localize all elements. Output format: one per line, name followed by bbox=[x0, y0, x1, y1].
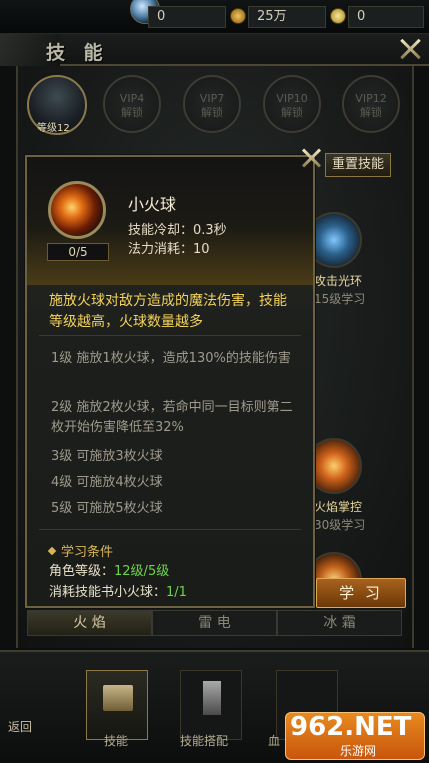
skill-book-label: 消耗技能书小火球： bbox=[49, 585, 167, 600]
role-level-label: 角色等级： bbox=[49, 564, 115, 579]
side-skill-1-label: 攻击光环 bbox=[314, 274, 363, 288]
reset-skills-button[interactable]: 重置技能 bbox=[325, 153, 391, 177]
vip-slot-unlock: 解锁 bbox=[281, 106, 303, 119]
learn-conditions-title: 学习条件 bbox=[47, 541, 114, 560]
skill-book-value: 1/1 bbox=[166, 585, 187, 600]
side-skill-1-sub: 15级学习 bbox=[314, 292, 366, 306]
vip-slot-unlock: 解锁 bbox=[201, 106, 223, 119]
level-2-effect: 2级 施放2枚火球，若命中同一目标则第二枚开始伤害降低至32% bbox=[51, 400, 293, 435]
skill-mana-cost: 法力消耗：10 bbox=[128, 242, 210, 257]
nav-skill-combo-label: 技能搭配 bbox=[180, 734, 229, 748]
vip-slot-label: VIP4 bbox=[119, 92, 145, 105]
vip-slot-label: VIP10 bbox=[276, 92, 308, 105]
popup-close-icon[interactable] bbox=[300, 146, 324, 170]
book-icon bbox=[103, 685, 133, 711]
watermark-text: 962.NET bbox=[290, 712, 412, 742]
nav-skills-label: 技能 bbox=[104, 734, 129, 748]
tab-thunder[interactable]: 雷 电 bbox=[152, 610, 277, 636]
back-button[interactable]: 返回 bbox=[8, 718, 32, 735]
side-skill-2-sub: 30级学习 bbox=[314, 518, 366, 532]
skill-name: 小火球 bbox=[128, 195, 177, 214]
learn-button[interactable]: 学 习 bbox=[316, 578, 406, 608]
title-bar: 技 能 bbox=[0, 34, 429, 66]
skill-level-count: 0/5 bbox=[47, 243, 109, 261]
gold-coin-icon bbox=[230, 8, 246, 24]
currency-1: 0 bbox=[148, 6, 226, 28]
element-tabs: 火 焰 雷 电 冰 霜 bbox=[27, 610, 402, 636]
vip-slot-3[interactable]: VIP10 解锁 bbox=[263, 75, 321, 133]
role-level-value: 12级/5级 bbox=[114, 564, 170, 579]
skill-description: 施放火球对敌方造成的魔法伤害，技能等级越高，火球数量越多 bbox=[49, 293, 287, 330]
fireball-skill-icon bbox=[48, 181, 106, 239]
role-level-condition: 角色等级：12级/5级 bbox=[49, 560, 169, 579]
page-title: 技 能 bbox=[46, 42, 109, 64]
close-icon[interactable] bbox=[397, 36, 423, 62]
nav-skill-combo[interactable] bbox=[180, 670, 242, 740]
currency-ingot: 0 bbox=[348, 6, 424, 28]
vip-slot-unlock: 解锁 bbox=[360, 106, 382, 119]
level-1-effect: 1级 施放1枚火球，造成130%的技能伤害 bbox=[51, 351, 291, 366]
side-skill-2-label: 火焰掌控 bbox=[314, 500, 363, 514]
skill-cooldown: 技能冷却：0.3秒 bbox=[128, 223, 227, 238]
currency-gold: 25万 bbox=[248, 6, 326, 28]
ingot-icon bbox=[330, 8, 346, 24]
divider bbox=[39, 335, 301, 336]
vip-slot-2[interactable]: VIP7 解锁 bbox=[183, 75, 241, 133]
divider bbox=[39, 529, 301, 530]
vip-slot-4[interactable]: VIP12 解锁 bbox=[342, 75, 400, 133]
skill-book-condition: 消耗技能书小火球：1/1 bbox=[49, 581, 187, 600]
vip-slot-unlock: 解锁 bbox=[121, 106, 143, 119]
conditions-title-text: 学习条件 bbox=[61, 545, 114, 560]
level-5-effect: 5级 可施放5枚火球 bbox=[51, 501, 163, 516]
level-4-effect: 4级 可施放4枚火球 bbox=[51, 475, 163, 490]
vip-slot-label: VIP7 bbox=[199, 92, 225, 105]
nav-skills[interactable] bbox=[86, 670, 148, 740]
currency-bar: 0 25万 0 bbox=[0, 0, 429, 34]
tab-fire[interactable]: 火 焰 bbox=[27, 610, 152, 636]
watermark-subtext: 乐游网 bbox=[340, 744, 377, 758]
vip-slot-1[interactable]: VIP4 解锁 bbox=[103, 75, 161, 133]
skill-detail-popup: 0/5 小火球 技能冷却：0.3秒 法力消耗：10 施放火球对敌方造成的魔法伤害… bbox=[25, 155, 315, 608]
tab-frost[interactable]: 冰 霜 bbox=[277, 610, 402, 636]
vip-slot-label: VIP12 bbox=[355, 92, 387, 105]
avatar-level: 等级12 bbox=[37, 123, 70, 134]
nav-blood-label: 血 bbox=[268, 734, 281, 748]
diamond-bullet-icon bbox=[47, 546, 57, 556]
level-3-effect: 3级 可施放3枚火球 bbox=[51, 449, 163, 464]
sword-icon bbox=[203, 681, 221, 715]
